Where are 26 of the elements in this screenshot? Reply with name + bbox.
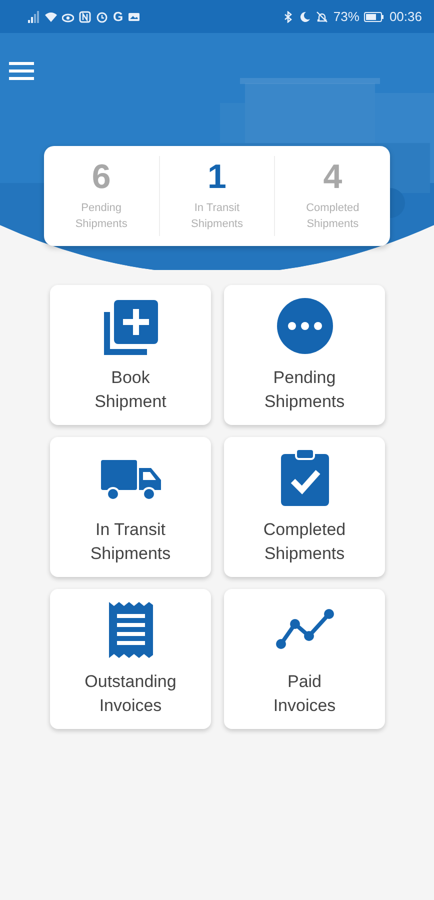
battery-icon [364,10,384,22]
more-icon [274,296,334,356]
stat-label: Completed Shipments [306,201,360,232]
moon-icon [299,10,312,22]
alarm-icon [96,10,108,22]
stat-label: Pending Shipments [75,201,128,232]
nfc-icon [79,10,91,22]
bluetooth-icon [282,10,294,22]
stat-count: 1 [208,160,226,194]
signal-icon [28,10,40,22]
stat-count: 4 [323,160,342,194]
wifi-icon [45,10,57,22]
menu-tile[interactable]: Pending Shipments [224,285,385,425]
bell-off-icon [316,10,328,22]
clock-time: 00:36 [389,9,422,24]
stat-count: 6 [92,160,111,194]
menu-tile[interactable]: Outstanding Invoices [50,589,211,729]
menu-tile[interactable]: In Transit Shipments [50,437,211,577]
image-icon [128,10,140,22]
menu-tile[interactable]: Paid Invoices [224,589,385,729]
menu-icon[interactable] [9,62,34,80]
stat-label: In Transit Shipments [191,201,243,232]
menu-tile[interactable]: Book Shipment [50,285,211,425]
app-letter: G [113,9,124,24]
menu-tile[interactable]: Completed Shipments [224,437,385,577]
battery-percent: 73% [333,9,360,24]
